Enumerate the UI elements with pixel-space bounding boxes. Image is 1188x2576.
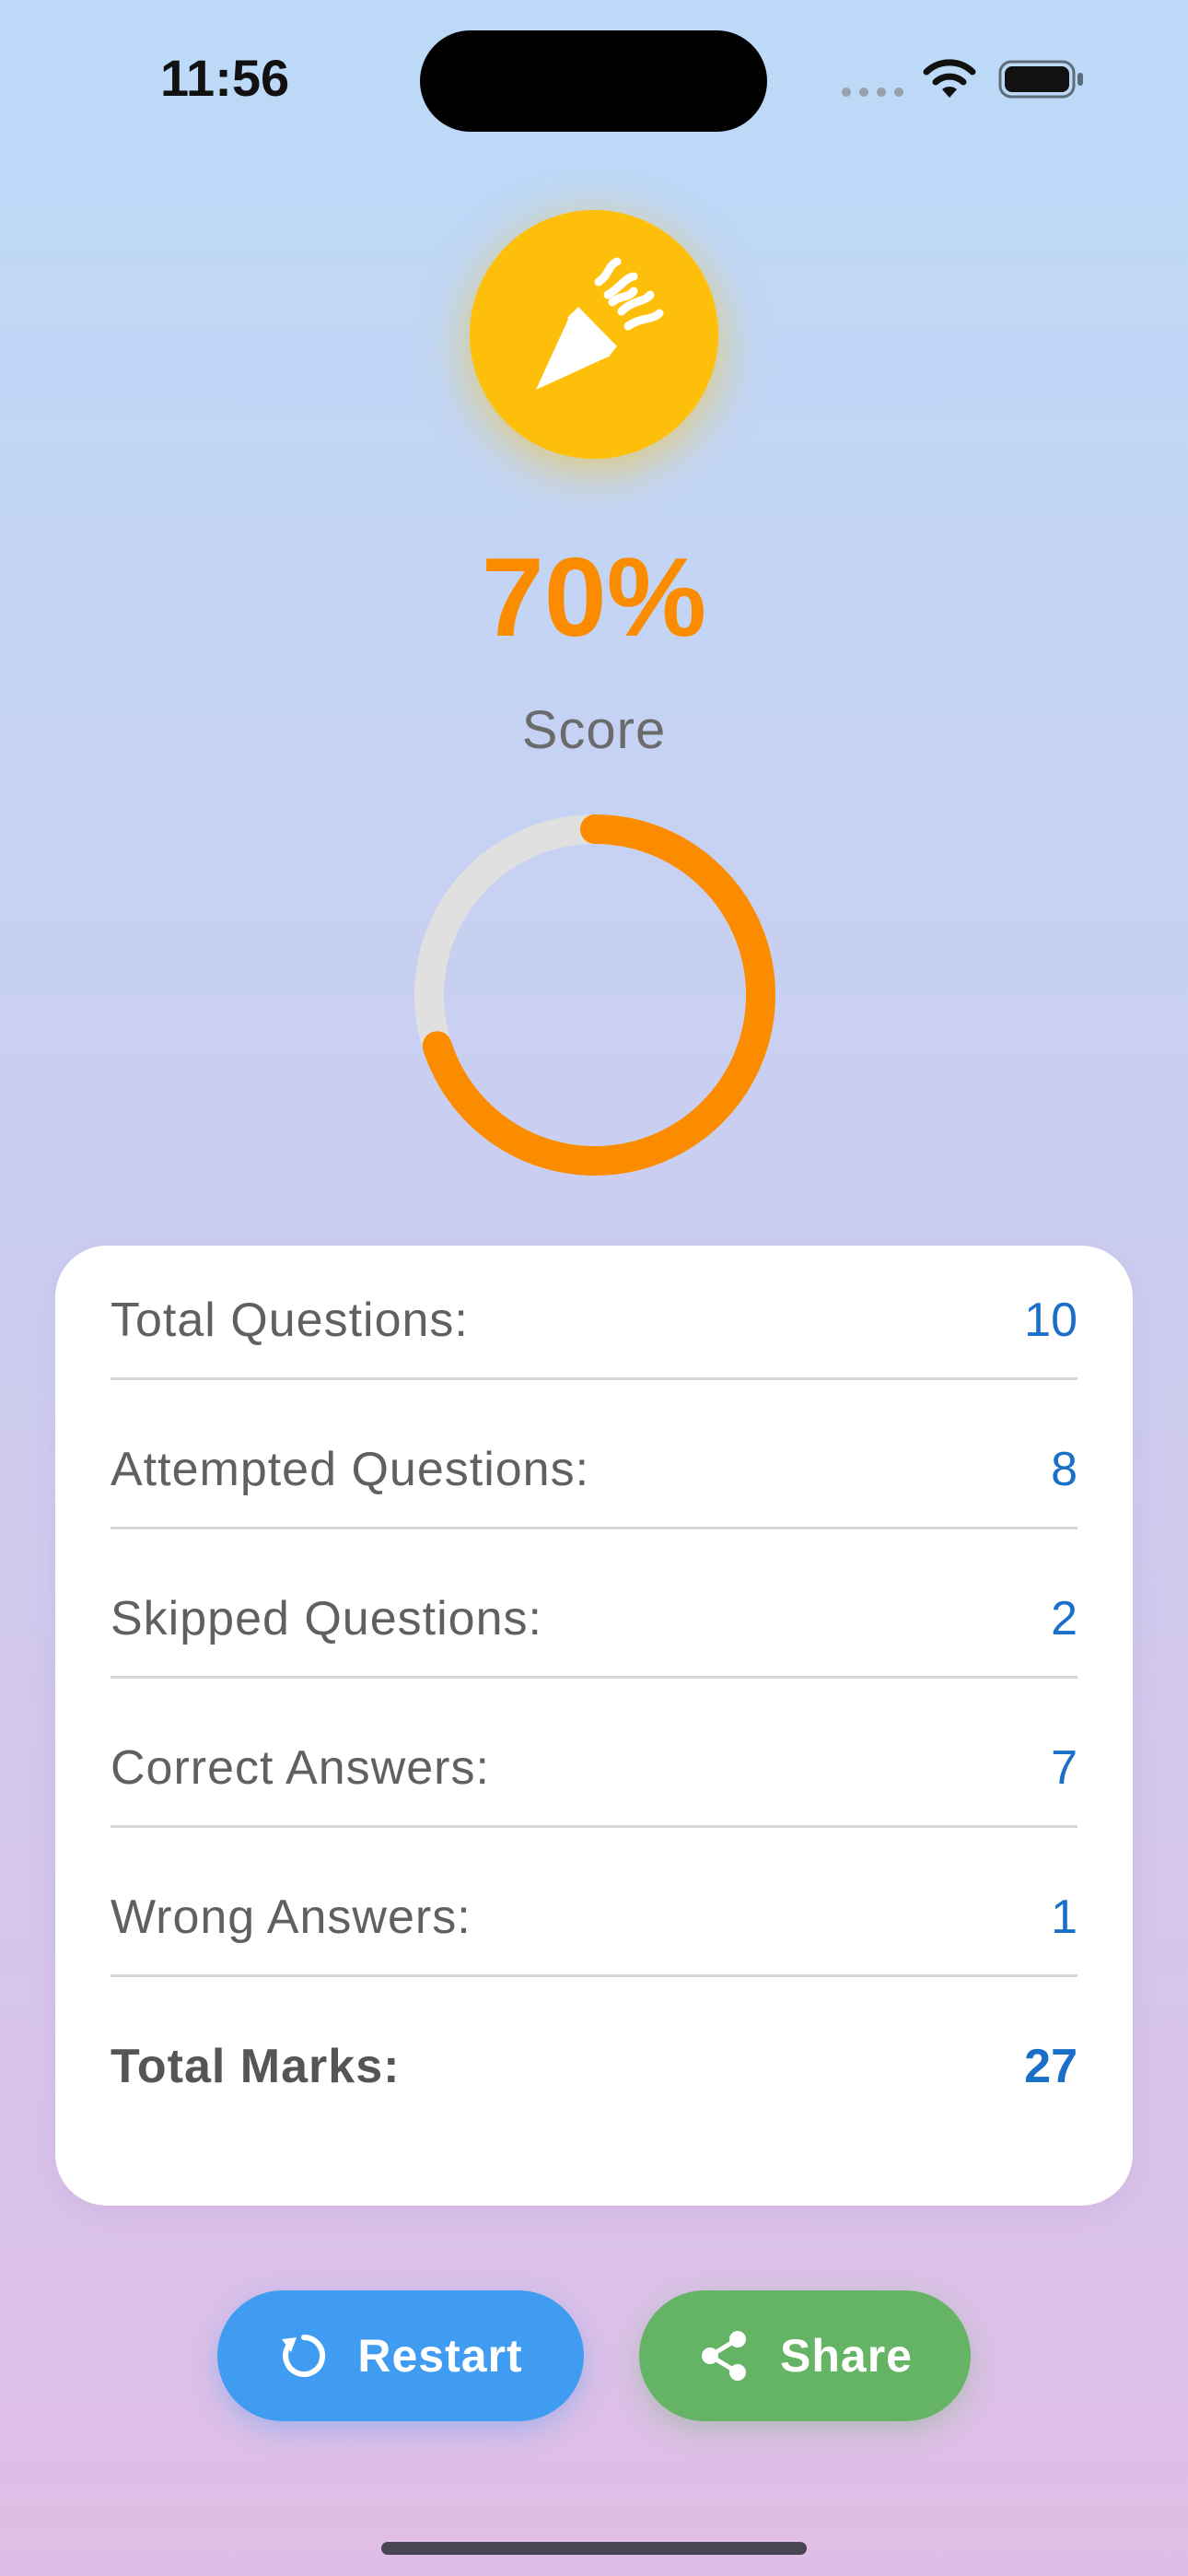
stat-value: 8	[1051, 1443, 1077, 1496]
total-marks-value: 27	[1024, 2040, 1077, 2093]
divider	[111, 1377, 1077, 1380]
battery-icon	[998, 60, 1083, 99]
divider	[111, 1676, 1077, 1679]
total-marks-label: Total Marks:	[111, 2040, 401, 2093]
home-indicator	[381, 2542, 807, 2555]
dynamic-island	[420, 30, 767, 132]
stat-row-correct-answers: Correct Answers: 7	[111, 1693, 1077, 1843]
score-label: Score	[521, 700, 667, 760]
party-popper-icon	[536, 257, 664, 390]
stats-card: Total Questions: 10 Attempted Questions:…	[55, 1246, 1133, 2206]
restart-button[interactable]: Restart	[217, 2290, 584, 2421]
wifi-icon	[923, 59, 976, 98]
refresh-icon	[282, 2334, 326, 2377]
stat-label: Correct Answers:	[111, 1741, 490, 1795]
divider	[111, 1974, 1077, 1977]
stat-label: Wrong Answers:	[111, 1891, 472, 1944]
stat-value: 10	[1024, 1294, 1077, 1347]
stat-row-attempted-questions: Attempted Questions: 8	[111, 1395, 1077, 1544]
stat-row-total-questions: Total Questions: 10	[111, 1246, 1077, 1395]
share-icon	[702, 2331, 747, 2381]
stat-value: 1	[1051, 1891, 1077, 1944]
stat-label: Attempted Questions:	[111, 1443, 590, 1496]
score-progress-ring	[414, 814, 775, 1176]
divider	[111, 1527, 1077, 1529]
cellular-signal-icon	[842, 88, 903, 97]
stat-value: 7	[1051, 1741, 1077, 1795]
restart-label: Restart	[357, 2330, 523, 2382]
score-percent: 70%	[481, 534, 707, 660]
share-label: Share	[780, 2330, 913, 2382]
status-time: 11:56	[160, 49, 290, 107]
celebration-badge	[470, 210, 718, 459]
status-bar: 11:56	[0, 0, 1188, 157]
stat-label: Skipped Questions:	[111, 1592, 542, 1645]
stat-row-skipped-questions: Skipped Questions: 2	[111, 1544, 1077, 1693]
stat-value: 2	[1051, 1592, 1077, 1645]
share-button[interactable]: Share	[639, 2290, 971, 2421]
divider	[111, 1825, 1077, 1828]
stat-label: Total Questions:	[111, 1294, 469, 1347]
stat-row-wrong-answers: Wrong Answers: 1	[111, 1843, 1077, 1992]
stat-row-total-marks: Total Marks: 27	[111, 1992, 1077, 2141]
